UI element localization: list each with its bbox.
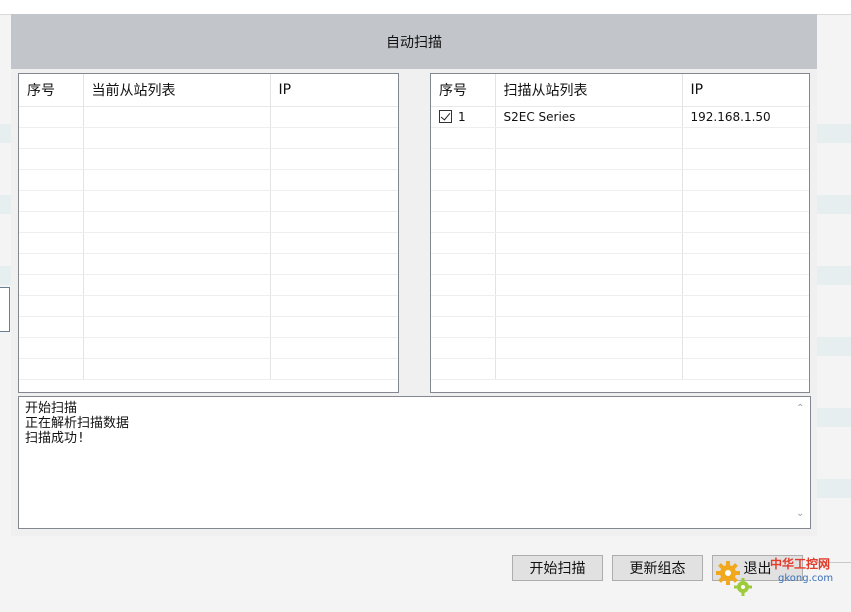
table-row[interactable] bbox=[431, 232, 809, 254]
table-row[interactable] bbox=[431, 127, 809, 149]
auto-scan-dialog: 自动扫描 序号 当前从站列表 IP 序号 扫描从站列表 IP 1 S2EC Se… bbox=[11, 14, 817, 536]
background-row-band bbox=[0, 124, 11, 143]
watermark-domain-text: gkong.com bbox=[778, 573, 834, 584]
table-row[interactable] bbox=[19, 148, 398, 170]
table-row[interactable] bbox=[19, 316, 398, 338]
log-line: 扫描成功! bbox=[25, 431, 85, 446]
background-window-top bbox=[0, 0, 851, 15]
table-row[interactable] bbox=[19, 337, 398, 359]
background-row-band bbox=[817, 337, 851, 356]
background-row-band bbox=[817, 266, 851, 285]
start-scan-button[interactable]: 开始扫描 bbox=[512, 555, 603, 581]
update-config-button[interactable]: 更新组态 bbox=[612, 555, 703, 581]
table-row[interactable] bbox=[19, 169, 398, 191]
row-name-cell: S2EC Series bbox=[495, 106, 683, 128]
table-row[interactable] bbox=[19, 253, 398, 275]
table-row[interactable]: 1 S2EC Series 192.168.1.50 bbox=[431, 106, 809, 128]
table-row[interactable] bbox=[431, 337, 809, 359]
log-line: 正在解析扫描数据 bbox=[25, 416, 130, 431]
column-header-index[interactable]: 序号 bbox=[431, 74, 496, 107]
table-row[interactable] bbox=[431, 148, 809, 170]
scanned-slave-list[interactable]: 序号 扫描从站列表 IP 1 S2EC Series 192.168.1.50 bbox=[430, 73, 810, 393]
column-header-index[interactable]: 序号 bbox=[19, 74, 84, 107]
background-row-band bbox=[817, 195, 851, 214]
scan-log-textarea[interactable]: 开始扫描 正在解析扫描数据 扫描成功! ⌃ ⌄ bbox=[18, 396, 811, 529]
gkong-watermark: 中华工控网 gkong.com bbox=[712, 553, 842, 603]
scroll-down-icon[interactable]: ⌄ bbox=[796, 509, 804, 519]
table-row[interactable] bbox=[431, 295, 809, 317]
log-line: 开始扫描 bbox=[25, 401, 78, 416]
table-header-row: 序号 扫描从站列表 IP bbox=[431, 74, 809, 107]
scan-log-text: 开始扫描 正在解析扫描数据 扫描成功! bbox=[25, 401, 129, 446]
table-row[interactable] bbox=[19, 190, 398, 212]
current-slave-table: 序号 当前从站列表 IP bbox=[19, 74, 398, 380]
background-row-band bbox=[817, 408, 851, 427]
row-ip-cell: 192.168.1.50 bbox=[682, 106, 809, 128]
table-header-row: 序号 当前从站列表 IP bbox=[19, 74, 398, 107]
table-row[interactable] bbox=[431, 211, 809, 233]
column-header-scanned-slaves[interactable]: 扫描从站列表 bbox=[495, 74, 683, 107]
column-header-ip[interactable]: IP bbox=[682, 74, 809, 107]
table-row[interactable] bbox=[431, 253, 809, 275]
dialog-title-bar: 自动扫描 bbox=[11, 14, 817, 69]
table-row[interactable] bbox=[431, 190, 809, 212]
column-header-current-slaves[interactable]: 当前从站列表 bbox=[83, 74, 271, 107]
table-row[interactable] bbox=[19, 274, 398, 296]
table-row[interactable] bbox=[19, 211, 398, 233]
table-row[interactable] bbox=[431, 274, 809, 296]
background-field bbox=[0, 287, 10, 332]
background-row-band bbox=[817, 479, 851, 498]
table-row[interactable] bbox=[19, 127, 398, 149]
table-row[interactable] bbox=[431, 358, 809, 380]
background-row-band bbox=[817, 124, 851, 143]
row-index-cell: 1 bbox=[431, 106, 496, 128]
table-row[interactable] bbox=[431, 316, 809, 338]
dialog-title: 自动扫描 bbox=[386, 34, 442, 51]
column-header-ip[interactable]: IP bbox=[270, 74, 398, 107]
background-row-band bbox=[0, 195, 11, 214]
table-row[interactable] bbox=[19, 295, 398, 317]
table-row[interactable] bbox=[19, 106, 398, 128]
scroll-up-icon[interactable]: ⌃ bbox=[796, 404, 804, 414]
table-row[interactable] bbox=[19, 232, 398, 254]
current-slave-list[interactable]: 序号 当前从站列表 IP bbox=[18, 73, 399, 393]
table-row[interactable] bbox=[431, 169, 809, 191]
row-checkbox[interactable] bbox=[439, 110, 452, 123]
scanned-slave-table: 序号 扫描从站列表 IP 1 S2EC Series 192.168.1.50 bbox=[431, 74, 809, 380]
gear-icon bbox=[716, 561, 752, 596]
background-row-band bbox=[0, 266, 11, 285]
watermark-cn-text: 中华工控网 bbox=[770, 557, 831, 571]
table-row[interactable] bbox=[19, 358, 398, 380]
row-index: 1 bbox=[458, 110, 466, 124]
